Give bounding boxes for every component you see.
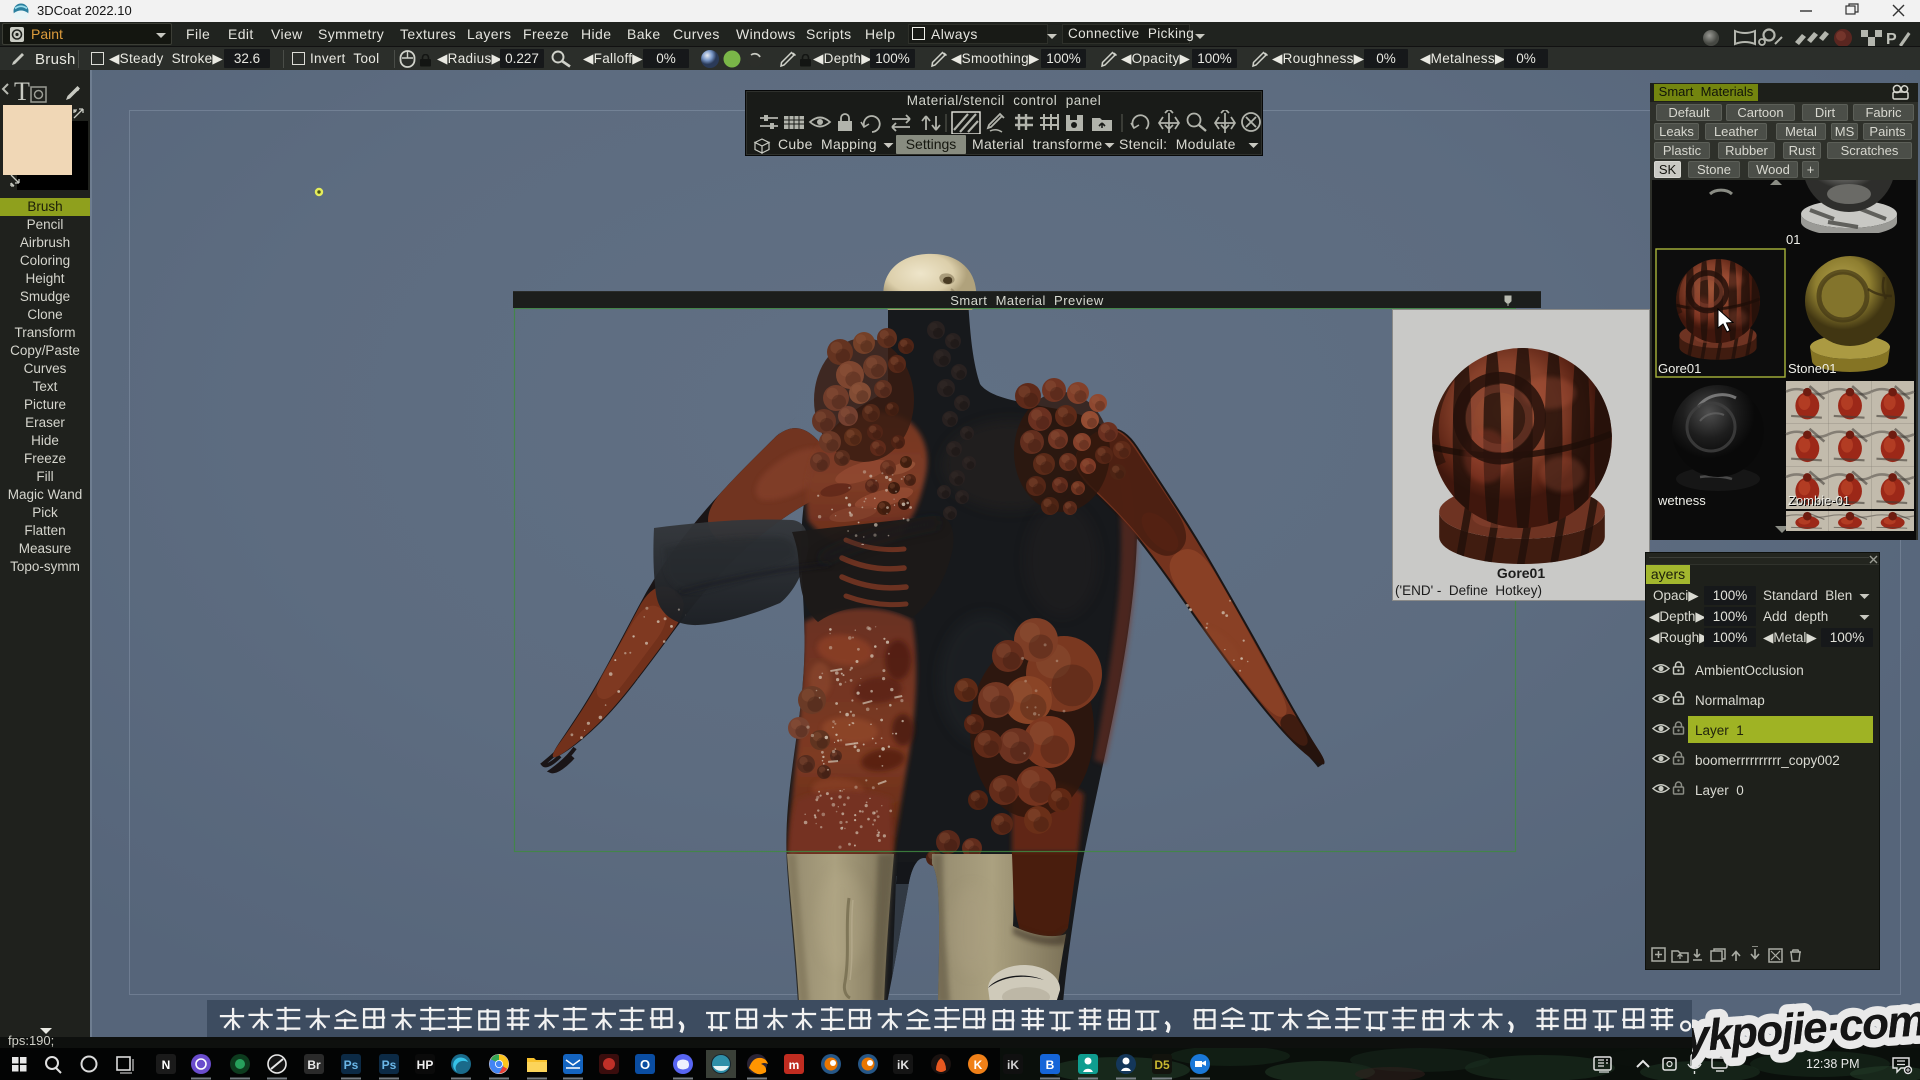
svg-text:K: K bbox=[974, 1058, 983, 1072]
svg-text:B: B bbox=[1046, 1058, 1055, 1072]
svg-text:O: O bbox=[640, 1057, 650, 1072]
svg-text:D5: D5 bbox=[1154, 1058, 1170, 1072]
svg-text:iK: iK bbox=[897, 1058, 909, 1072]
svg-text:ykpojie·com: ykpojie·com bbox=[1692, 996, 1920, 1062]
svg-text:HP: HP bbox=[417, 1058, 434, 1072]
svg-text:N: N bbox=[162, 1058, 171, 1072]
svg-text:Ps: Ps bbox=[344, 1058, 359, 1072]
svg-text:Ps: Ps bbox=[382, 1058, 397, 1072]
svg-text:iK: iK bbox=[1007, 1058, 1019, 1072]
svg-text:Br: Br bbox=[307, 1058, 321, 1072]
svg-text:m: m bbox=[789, 1058, 800, 1072]
